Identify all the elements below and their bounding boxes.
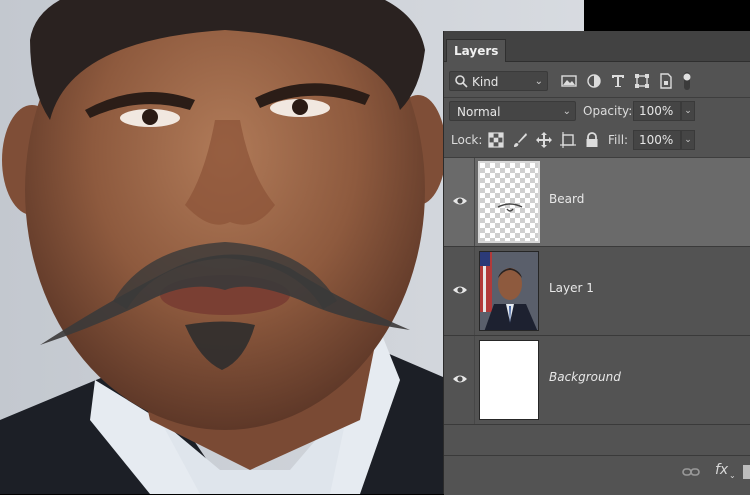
opacity-label: Opacity: xyxy=(583,104,633,118)
panel-bottom-bar: fx ⌄ xyxy=(444,455,750,495)
visibility-column xyxy=(474,247,475,335)
fill-label: Fill: xyxy=(608,133,629,147)
lock-position-icon[interactable] xyxy=(536,132,552,148)
panel-header: Layers xyxy=(444,31,750,62)
layer-row-beard[interactable]: Beard xyxy=(444,158,750,247)
layer-name-beard[interactable]: Beard xyxy=(549,192,584,206)
shape-filter-icon[interactable] xyxy=(634,73,650,89)
eye-icon[interactable] xyxy=(452,283,468,297)
fill-dropdown-icon[interactable]: ⌄ xyxy=(681,130,695,150)
lock-paint-icon[interactable] xyxy=(512,132,528,148)
fx-icon[interactable]: fx xyxy=(715,462,728,478)
chevron-down-icon: ⌄ xyxy=(729,471,736,480)
mask-icon[interactable] xyxy=(743,465,750,479)
toggle-filter-icon[interactable] xyxy=(682,71,692,91)
layer-thumbnail-layer-1[interactable] xyxy=(479,251,539,331)
visibility-column xyxy=(474,158,475,246)
chevron-down-icon: ⌄ xyxy=(534,76,543,87)
layer-name-layer-1[interactable]: Layer 1 xyxy=(549,281,594,295)
visibility-column xyxy=(474,336,475,424)
link-layers-icon[interactable] xyxy=(682,465,700,479)
image-filter-icon[interactable] xyxy=(561,73,577,89)
lock-all-icon[interactable] xyxy=(584,132,600,148)
lock-artboard-icon[interactable] xyxy=(560,132,576,148)
opacity-input[interactable]: 100% xyxy=(633,101,681,121)
smart-object-filter-icon[interactable] xyxy=(658,73,674,89)
fill-input[interactable]: 100% xyxy=(633,130,681,150)
beard-thumbnail-art xyxy=(497,203,523,212)
filter-kind-value: Kind xyxy=(472,75,499,89)
adjustment-filter-icon[interactable] xyxy=(586,73,602,89)
layer-thumbnail-background[interactable] xyxy=(479,340,539,420)
layer-row-layer-1[interactable]: Layer 1 xyxy=(444,247,750,336)
blend-mode-value: Normal xyxy=(457,105,501,119)
layer-name-background[interactable]: Background xyxy=(549,370,621,384)
filter-kind-select[interactable]: Kind ⌄ xyxy=(449,71,548,91)
lock-label: Lock: xyxy=(451,133,483,147)
divider xyxy=(444,97,750,98)
type-filter-icon[interactable] xyxy=(610,73,626,89)
layer-row-background[interactable]: Background xyxy=(444,336,750,425)
chevron-down-icon: ⌄ xyxy=(562,106,571,117)
opacity-dropdown-icon[interactable]: ⌄ xyxy=(681,101,695,121)
tab-layers[interactable]: Layers xyxy=(446,39,507,62)
search-icon xyxy=(455,75,468,88)
layer-thumbnail-beard[interactable] xyxy=(478,161,540,243)
blend-mode-select[interactable]: Normal ⌄ xyxy=(449,101,576,121)
eye-icon[interactable] xyxy=(452,194,468,208)
portrait-thumbnail-art xyxy=(480,252,538,330)
layers-panel: Layers Kind ⌄ Normal ⌄ Opacity: 100% ⌄ L… xyxy=(443,31,750,495)
eye-icon[interactable] xyxy=(452,372,468,386)
lock-transparent-icon[interactable] xyxy=(488,132,504,148)
